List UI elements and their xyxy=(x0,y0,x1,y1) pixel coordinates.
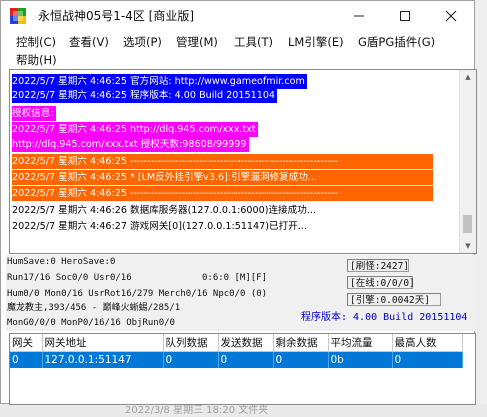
cell-gateway-address: 127.0.0.1:51147 xyxy=(42,351,164,368)
status-save-counts: HumSave:0 HeroSave:0 xyxy=(7,257,116,267)
col-average-traffic[interactable]: 平均流量 xyxy=(328,334,393,352)
server-log[interactable]: 2022/5/7 星期六 4:46:25 官方网站: http://www.ga… xyxy=(9,69,477,254)
gateway-header-row: 网关 网关地址 队列数据 发送数据 剩余数据 平均流量 最高人数 xyxy=(10,334,463,352)
engine-days: [引擎:0.0042天] xyxy=(347,293,441,306)
title-bar[interactable]: 永恒战神05号1-4区 [商业版] xyxy=(1,1,474,31)
menu-lm-engine[interactable]: LM引擎(E) xyxy=(288,34,344,50)
menu-view[interactable]: 查看(V) xyxy=(69,34,109,50)
log-scrollbar[interactable]: ▲ ▼ xyxy=(459,70,476,253)
cell-sent-data: 0 xyxy=(218,351,274,368)
status-boss-info: 魔龙教主,393/456 - 巅峰火蜥蜴/285/1 xyxy=(7,303,181,313)
log-line: 2022/5/7 星期六 4:46:25 程序版本: 4.00 Build 20… xyxy=(12,88,278,103)
log-line: 2022/5/7 星期六 4:46:26 数据库服务器(127.0.0.1:60… xyxy=(12,203,452,218)
col-sent-data[interactable]: 发送数据 xyxy=(218,334,274,352)
close-button[interactable] xyxy=(428,1,474,31)
window-title: 永恒战神05号1-4区 [商业版] xyxy=(38,9,195,23)
main-window: 永恒战神05号1-4区 [商业版] 控制(C) 查看(V) 选项(P) 管理(M… xyxy=(0,0,477,405)
maximize-icon xyxy=(400,11,410,21)
background-file-row: 2022/3/8 星期三 18:20 文件夹 xyxy=(125,405,269,416)
log-line: 2022/5/7 星期六 4:46:27 游戏网关[0](127.0.0.1:5… xyxy=(12,219,452,234)
menu-manage[interactable]: 管理(M) xyxy=(176,34,218,50)
program-version: 程序版本: 4.00 Build 20151104 xyxy=(301,312,468,323)
scroll-down-arrow[interactable]: ▼ xyxy=(460,239,476,253)
app-icon xyxy=(10,8,26,24)
log-line: 授权信息: xyxy=(12,106,56,121)
menu-tools[interactable]: 工具(T) xyxy=(234,34,273,50)
close-icon xyxy=(445,10,457,22)
col-gateway-address[interactable]: 网关地址 xyxy=(42,334,164,352)
col-queue-data[interactable]: 队列数据 xyxy=(163,334,219,352)
menu-options[interactable]: 选项(P) xyxy=(123,34,162,50)
status-ratio: 0:6:0 [M][F] xyxy=(202,273,268,283)
log-line: 2022/5/7 星期六 4:46:25 http://dlq.945.com/… xyxy=(12,122,258,137)
menu-bar: 控制(C) 查看(V) 选项(P) 管理(M) 工具(T) LM引擎(E) G盾… xyxy=(1,31,474,67)
gateway-grid[interactable]: 网关 网关地址 队列数据 发送数据 剩余数据 平均流量 最高人数 0 127.0… xyxy=(9,333,476,405)
menu-g-shield-plugin[interactable]: G盾PG插件(G) xyxy=(358,34,435,50)
menu-help[interactable]: 帮助(H) xyxy=(16,52,57,68)
refresh-counter: [刷怪:2427] xyxy=(347,259,409,272)
menu-control[interactable]: 控制(C) xyxy=(16,34,56,50)
col-remaining-data[interactable]: 剩余数据 xyxy=(273,334,329,352)
scroll-thumb[interactable] xyxy=(463,215,472,233)
col-max-users[interactable]: 最高人数 xyxy=(392,334,463,352)
cell-average-traffic: 0b xyxy=(328,351,393,368)
scroll-up-arrow[interactable]: ▲ xyxy=(460,70,476,84)
cell-max-users: 0 xyxy=(392,351,463,368)
log-line: http://dlq.945.com/xxx.txt 授权天数:98608/99… xyxy=(12,137,249,152)
log-line: 2022/5/7 星期六 4:46:25 -------------------… xyxy=(12,154,433,169)
col-gateway[interactable]: 网关 xyxy=(10,334,43,352)
log-line: 2022/5/7 星期六 4:46:25 -------------------… xyxy=(12,186,433,201)
status-run-counts: Run17/16 Soc0/0 Usr0/16 xyxy=(7,273,132,283)
table-row[interactable]: 0 127.0.0.1:51147 0 0 0 0b 0 xyxy=(10,351,463,368)
status-panel: HumSave:0 HeroSave:0 Run17/16 Soc0/0 Usr… xyxy=(6,255,476,331)
cell-queue-data: 0 xyxy=(163,351,219,368)
minimize-icon xyxy=(354,15,364,17)
cell-remaining-data: 0 xyxy=(273,351,329,368)
minimize-button[interactable] xyxy=(336,1,382,31)
cell-gateway: 0 xyxy=(10,351,43,368)
log-line: 2022/5/7 星期六 4:46:25 官方网站: http://www.ga… xyxy=(12,74,307,89)
maximize-button[interactable] xyxy=(382,1,428,31)
log-line: 2022/5/7 星期六 4:46:25 * [LM反外挂引擎v3.6]:引擎漏… xyxy=(12,170,433,185)
online-counter: [在线:0/0/0] xyxy=(347,276,415,289)
status-monster-counts: MonG0/0/0 MonP0/16/16 ObjRun0/0 xyxy=(7,318,175,328)
status-hum-counts: Hum0/0 Mon0/16 UsrRot16/279 Merch0/16 Np… xyxy=(7,289,268,299)
